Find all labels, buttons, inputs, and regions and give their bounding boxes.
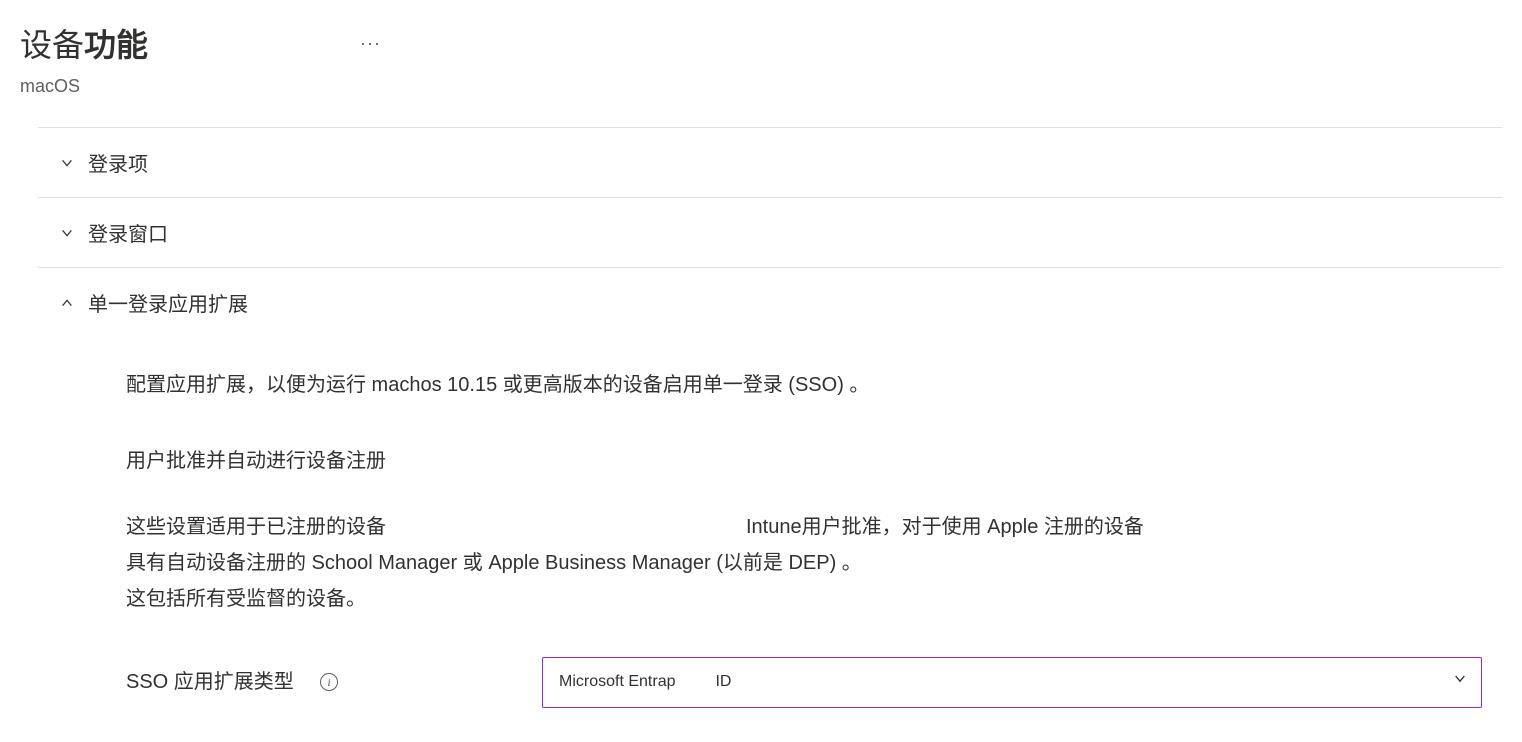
sso-type-select[interactable]: Microsoft Entrap ID [542,657,1482,708]
page-title: 设备功能 [20,20,148,66]
section-login-window[interactable]: 登录窗口 [38,197,1502,267]
sso-description: 配置应用扩展，以便为运行 machos 10.15 或更高版本的设备启用单一登录… [126,367,1482,403]
info-icon[interactable]: i [320,673,338,691]
sso-type-label: SSO 应用扩展类型 [126,664,306,700]
section-label-login-items: 登录项 [88,148,148,177]
section-sso-extension[interactable]: 单一登录应用扩展 [38,267,1502,337]
sso-body: 这些设置适用于已注册的设备 Intune用户批准，对于使用 Apple 注册的设… [126,509,1482,617]
title-bold: 功能 [84,27,148,63]
section-login-items[interactable]: 登录项 [38,127,1502,197]
chevron-up-icon [38,296,88,310]
sso-body-line1b: Intune用户批准，对于使用 Apple 注册的设备 [746,509,1144,545]
sso-type-value-b: ID [715,668,731,697]
sso-subheading: 用户批准并自动进行设备注册 [126,443,1482,479]
page-subtitle: macOS [20,76,1502,97]
title-light: 设备 [20,27,84,63]
sso-body-line3: 这包括所有受监督的设备。 [126,581,1482,617]
sso-body-line1a: 这些设置适用于已注册的设备 [126,509,746,545]
chevron-down-icon [1453,668,1467,697]
sso-type-form-row: SSO 应用扩展类型 i Microsoft Entrap ID [126,657,1482,708]
more-icon[interactable]: ··· [360,33,381,54]
section-label-login-window: 登录窗口 [88,218,168,247]
sso-body-line2: 具有自动设备注册的 School Manager 或 Apple Busines… [126,545,1482,581]
chevron-down-icon [38,156,88,170]
section-label-sso-extension: 单一登录应用扩展 [88,288,248,317]
sso-content: 配置应用扩展，以便为运行 machos 10.15 或更高版本的设备启用单一登录… [38,337,1502,708]
sso-type-value-a: Microsoft Entrap [559,668,675,697]
chevron-down-icon [38,226,88,240]
